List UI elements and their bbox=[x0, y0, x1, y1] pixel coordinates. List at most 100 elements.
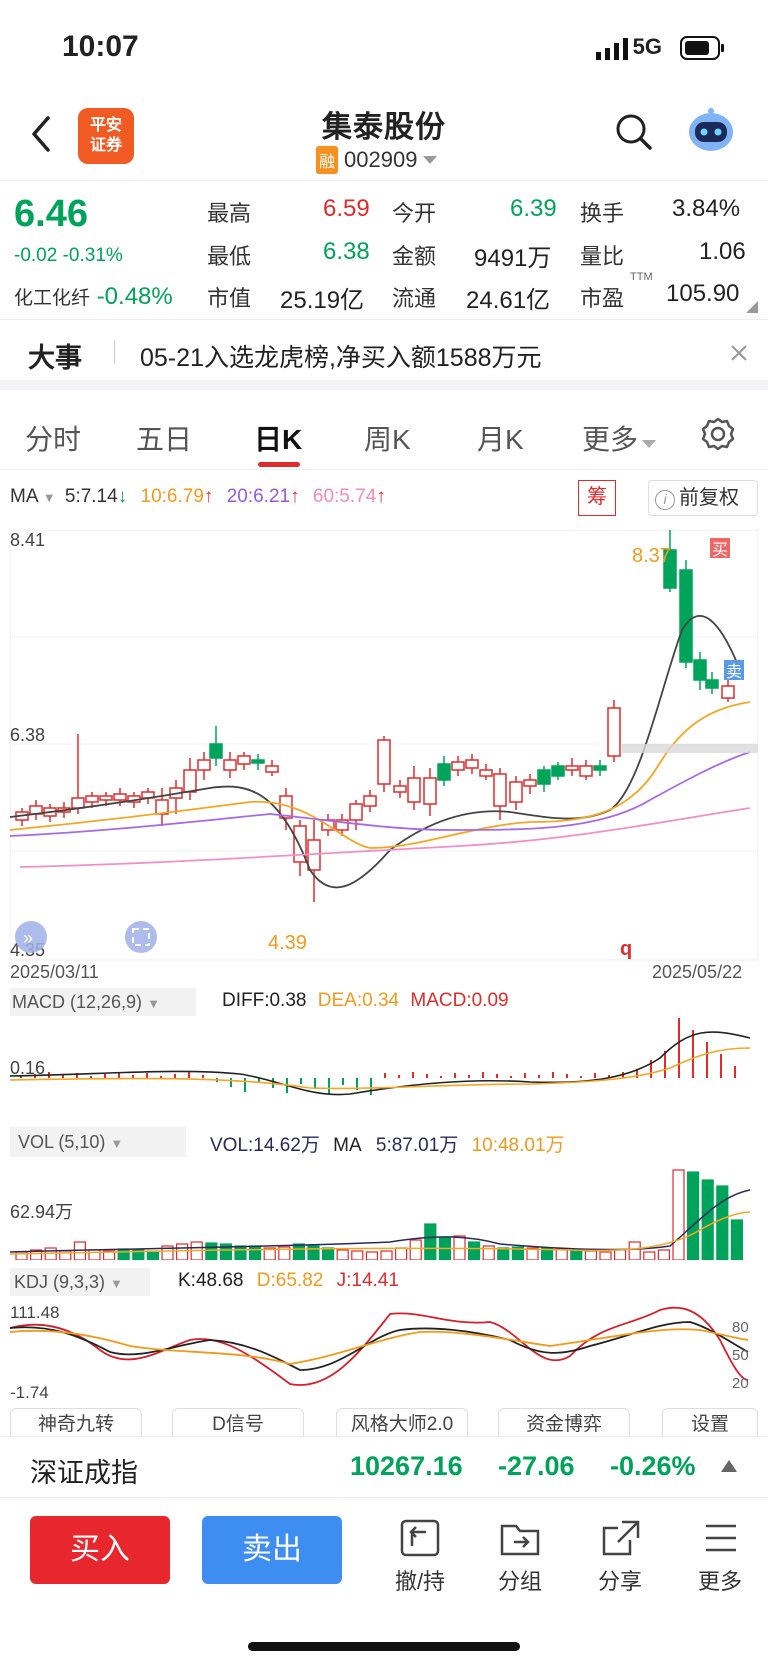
macd-bars bbox=[20, 1018, 736, 1095]
sell-button[interactable]: 卖出 bbox=[202, 1516, 342, 1584]
volume-bar bbox=[395, 1247, 408, 1260]
volume-bar bbox=[146, 1250, 159, 1260]
macd-chart[interactable]: 0.16 bbox=[10, 1018, 758, 1118]
volratio-label: 量比 bbox=[580, 244, 625, 269]
amount-value: 9491万 bbox=[474, 245, 552, 272]
settings-gear-icon[interactable] bbox=[700, 416, 736, 452]
macd-bar bbox=[468, 1075, 470, 1078]
buy-button[interactable]: 买入 bbox=[30, 1516, 170, 1584]
double-chevron-glyph: » bbox=[23, 928, 33, 948]
macd-bar bbox=[720, 1054, 722, 1078]
more-label: 更多 bbox=[697, 1569, 742, 1594]
volume-bar bbox=[657, 1249, 671, 1260]
battery-icon bbox=[680, 36, 724, 60]
candle-body bbox=[437, 763, 451, 781]
adjust-button[interactable]: i 前复权 bbox=[648, 480, 758, 516]
tab-weekly-k[interactable]: 周K bbox=[364, 418, 411, 458]
folder-icon bbox=[500, 1524, 540, 1556]
amount-label: 金额 bbox=[392, 244, 437, 269]
index-ticker[interactable]: 深证成指 10267.16 -27.06 -0.26% bbox=[0, 1436, 768, 1498]
macd-bar bbox=[300, 1078, 302, 1084]
candle-body bbox=[377, 739, 391, 785]
share-tool[interactable]: 分享 bbox=[590, 1518, 650, 1596]
kdj-k: K:48.68 bbox=[178, 1270, 244, 1291]
macd-bar bbox=[692, 1030, 694, 1078]
candle-body bbox=[251, 759, 265, 764]
candle-body bbox=[579, 765, 593, 777]
volume-bar bbox=[584, 1250, 598, 1260]
macd-bar bbox=[538, 1075, 540, 1078]
kline-chart[interactable]: 8.41 6.38 4.35 8.37 4.39 买 卖 q » bbox=[10, 530, 758, 962]
group-tool[interactable]: 分组 bbox=[490, 1518, 550, 1596]
home-indicator bbox=[248, 1642, 520, 1651]
low-value: 6.38 bbox=[323, 238, 370, 265]
candle-body bbox=[693, 659, 707, 681]
close-icon[interactable] bbox=[730, 344, 748, 362]
more-tool[interactable]: 更多 bbox=[690, 1518, 750, 1596]
share-icon bbox=[602, 1520, 640, 1556]
volume-bar bbox=[701, 1179, 714, 1260]
macd-bar bbox=[734, 1066, 736, 1078]
volume-bar bbox=[234, 1245, 247, 1260]
vol-value: VOL:14.62万 bbox=[210, 1135, 320, 1156]
search-icon[interactable] bbox=[614, 112, 654, 152]
ma-label: MA bbox=[10, 486, 38, 507]
macd-bar bbox=[174, 1074, 176, 1078]
tab-daily-k[interactable]: 日K bbox=[254, 418, 302, 458]
kdj-selector[interactable]: KDJ (9,3,3) ▼ bbox=[10, 1268, 150, 1296]
fullscreen-icon[interactable] bbox=[125, 921, 157, 953]
macd-bar bbox=[244, 1078, 246, 1092]
vol-ma-label: MA bbox=[333, 1135, 361, 1156]
news-banner[interactable]: 大事 05-21入选龙虎榜,净买入额1588万元 bbox=[0, 322, 768, 390]
pe-label: 市盈 bbox=[580, 286, 625, 311]
tab-indicator bbox=[258, 462, 300, 467]
volume-bar bbox=[613, 1249, 627, 1260]
candle-body bbox=[479, 769, 493, 777]
vol-values: VOL:14.62万 MA 5:87.01万 10:48.01万 bbox=[210, 1130, 565, 1157]
volume-bars bbox=[15, 1169, 744, 1260]
buy-signal-label: 买 bbox=[712, 541, 728, 559]
candle-body bbox=[509, 781, 523, 803]
macd-bar bbox=[90, 1076, 92, 1078]
share-label: 分享 bbox=[597, 1569, 642, 1594]
cancel-hold-tool[interactable]: 撤/持 bbox=[390, 1518, 450, 1596]
macd-bar bbox=[328, 1078, 330, 1094]
caret-down-icon bbox=[423, 156, 438, 164]
macd-bar bbox=[230, 1078, 232, 1087]
ma20-value: 20:6.21 bbox=[226, 486, 291, 507]
j-line bbox=[10, 1306, 749, 1386]
macd-bar bbox=[566, 1074, 568, 1078]
tab-monthly-k[interactable]: 月K bbox=[477, 418, 524, 458]
tab-more[interactable]: 更多 bbox=[582, 418, 657, 458]
tab-five-day[interactable]: 五日 bbox=[136, 418, 192, 458]
macd-bar bbox=[496, 1074, 498, 1078]
sell-signal-label: 卖 bbox=[726, 663, 742, 681]
volume-bar bbox=[599, 1251, 612, 1260]
volume-chart[interactable]: 62.94万 bbox=[10, 1160, 758, 1260]
tab-minute[interactable]: 分时 bbox=[25, 418, 81, 458]
robot-assistant-icon[interactable] bbox=[686, 108, 736, 154]
volume-bar bbox=[424, 1223, 437, 1260]
kdj-chart[interactable]: 111.48 -1.74 80 50 20 bbox=[10, 1300, 758, 1400]
turnover-value: 3.84% bbox=[672, 195, 741, 222]
ma-legend[interactable]: MA ▼ 5:7.14↓ 10:6.79↑ 20:6.21↑ 60:5.74↑ bbox=[10, 486, 386, 508]
macd-bar bbox=[426, 1074, 428, 1078]
volume-bar bbox=[365, 1251, 378, 1260]
kdj-ymin: -1.74 bbox=[10, 1383, 49, 1400]
expand-corner-icon[interactable] bbox=[746, 301, 758, 313]
macd-selector[interactable]: MACD (12,26,9) ▼ bbox=[10, 988, 196, 1016]
candle-body bbox=[85, 795, 99, 803]
vol-label: VOL (5,10) bbox=[18, 1132, 106, 1152]
sector-row[interactable]: 化工化纤 -0.48% bbox=[14, 283, 173, 311]
vol-selector[interactable]: VOL (5,10) ▼ bbox=[10, 1127, 186, 1157]
index-pct: -0.26% bbox=[610, 1451, 696, 1481]
low-marker: 4.39 bbox=[268, 932, 307, 954]
chip-button[interactable]: 筹 bbox=[578, 480, 616, 516]
candle-body bbox=[679, 569, 693, 663]
vol-ma10: 10:48.01万 bbox=[471, 1135, 565, 1156]
candle-body bbox=[705, 679, 719, 689]
y-max-label: 8.41 bbox=[10, 530, 45, 550]
sector-change: -0.48% bbox=[96, 283, 173, 310]
macd-bar bbox=[160, 1076, 162, 1078]
stock-code-selector[interactable]: 融 002909 bbox=[316, 146, 438, 174]
